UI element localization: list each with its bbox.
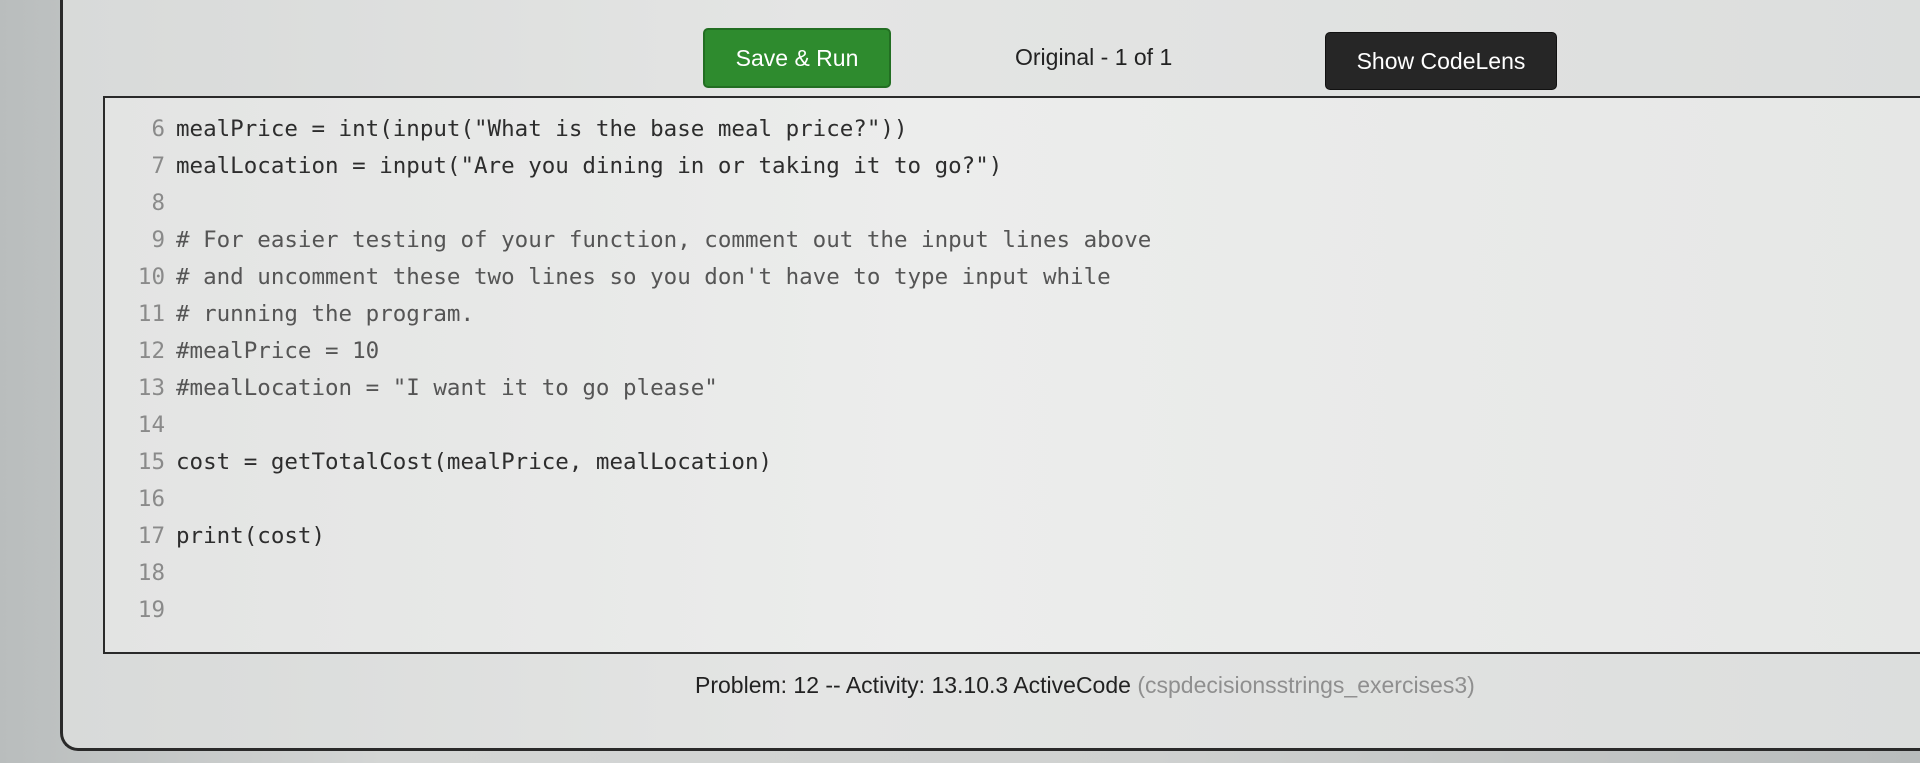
- line-number: 19: [137, 596, 165, 623]
- save-and-run-button[interactable]: Save & Run: [703, 28, 891, 88]
- line-number: 6: [151, 115, 165, 142]
- line-number: 17: [137, 522, 165, 549]
- code-text[interactable]: cost = getTotalCost(mealPrice, mealLocat…: [176, 449, 772, 475]
- code-text[interactable]: print(cost): [176, 523, 325, 549]
- line-number: 9: [151, 226, 165, 253]
- code-line[interactable]: 8: [105, 184, 176, 221]
- code-line[interactable]: 17 print(cost): [105, 517, 325, 554]
- code-line[interactable]: 11 # running the program.: [105, 295, 474, 332]
- code-text[interactable]: # running the program.: [176, 301, 474, 327]
- code-line[interactable]: 14: [105, 406, 176, 443]
- code-editor[interactable]: 6 mealPrice = int(input("What is the base…: [103, 96, 1920, 654]
- code-text[interactable]: # For easier testing of your function, c…: [176, 227, 1151, 253]
- version-label: Original - 1 of 1: [1015, 44, 1173, 70]
- line-number: 11: [137, 300, 165, 327]
- line-number: 7: [151, 152, 165, 179]
- activecode-toolbar: Save & Run Original - 1 of 1 Show CodeLe…: [0, 0, 1920, 100]
- code-line[interactable]: 6 mealPrice = int(input("What is the base…: [105, 110, 908, 147]
- code-line[interactable]: 9 # For easier testing of your function, …: [105, 221, 1151, 258]
- line-number: 8: [151, 189, 165, 216]
- activity-label: Problem: 12 -- Activity: 13.10.3 ActiveC…: [695, 672, 1138, 698]
- code-text[interactable]: mealPrice = int(input("What is the base …: [176, 116, 908, 142]
- code-text[interactable]: #mealLocation = "I want it to go please": [176, 375, 718, 401]
- code-line[interactable]: 13 #mealLocation = "I want it to go pleas…: [105, 369, 718, 406]
- line-number: 15: [137, 448, 165, 475]
- line-number: 12: [137, 337, 165, 364]
- line-number: 16: [137, 485, 165, 512]
- line-number: 18: [137, 559, 165, 586]
- code-line[interactable]: 7 mealLocation = input("Are you dining in…: [105, 147, 1002, 184]
- code-line[interactable]: 19: [105, 591, 176, 628]
- code-text[interactable]: #mealPrice = 10: [176, 338, 379, 364]
- line-number: 14: [137, 411, 165, 438]
- code-text[interactable]: mealLocation = input("Are you dining in …: [176, 153, 1002, 179]
- code-line[interactable]: 12 #mealPrice = 10: [105, 332, 379, 369]
- activity-caption: Problem: 12 -- Activity: 13.10.3 ActiveC…: [695, 672, 1475, 699]
- code-line[interactable]: 15 cost = getTotalCost(mealPrice, mealLoc…: [105, 443, 772, 480]
- code-line[interactable]: 18: [105, 554, 176, 591]
- line-number: 10: [137, 263, 165, 290]
- show-codelens-button[interactable]: Show CodeLens: [1325, 32, 1557, 90]
- line-number: 13: [137, 374, 165, 401]
- activity-id: (cspdecisionsstrings_exercises3): [1137, 672, 1475, 698]
- code-text[interactable]: # and uncomment these two lines so you d…: [176, 264, 1111, 290]
- code-line[interactable]: 16: [105, 480, 176, 517]
- code-line[interactable]: 10 # and uncomment these two lines so you…: [105, 258, 1111, 295]
